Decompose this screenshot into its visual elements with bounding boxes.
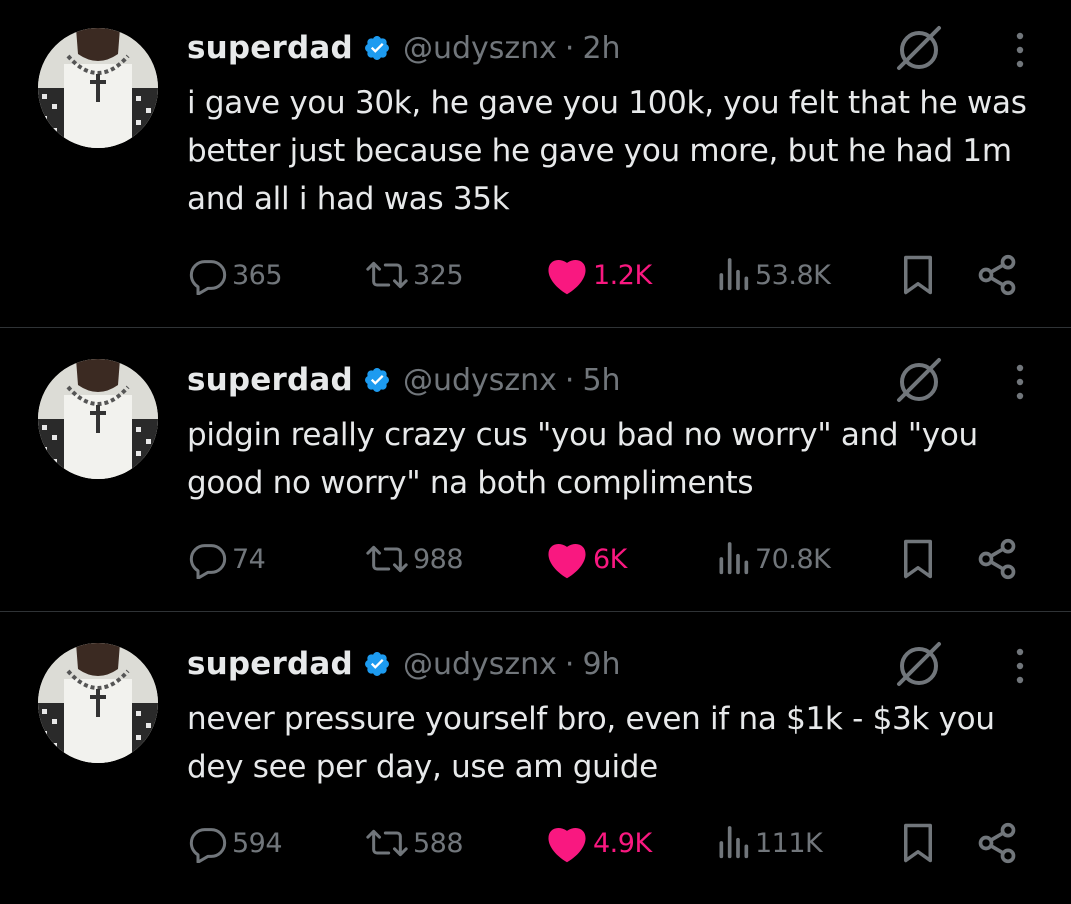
share-button[interactable] xyxy=(975,818,1019,868)
timestamp[interactable]: 5h xyxy=(582,363,620,398)
action-bar: 365 325 1.2K 53.8K xyxy=(188,250,1038,300)
bar-chart-icon xyxy=(719,826,749,859)
retweet-button[interactable]: 588 xyxy=(365,818,464,868)
retweet-count: 325 xyxy=(413,259,464,291)
handle[interactable]: @udysznx xyxy=(403,647,557,682)
tweet-text: i gave you 30k, he gave you 100k, you fe… xyxy=(187,85,1027,217)
share-nodes-icon xyxy=(978,822,1016,864)
like-count: 6K xyxy=(593,543,627,575)
handle[interactable]: @udysznx xyxy=(403,31,557,66)
view-count: 111K xyxy=(755,827,823,859)
tweet-header: superdad @udysznx · 2h xyxy=(187,26,621,70)
tweet-text: pidgin really crazy cus "you bad no worr… xyxy=(187,417,978,501)
bookmark-icon xyxy=(904,255,932,295)
display-name[interactable]: superdad xyxy=(187,362,353,398)
speech-bubble-icon xyxy=(189,828,227,863)
grok-slash-circle-icon[interactable] xyxy=(893,354,945,406)
reply-count: 74 xyxy=(232,543,266,575)
verified-badge-icon xyxy=(363,650,391,678)
reply-count: 365 xyxy=(232,259,283,291)
action-bar: 74 988 6K 70.8K xyxy=(188,534,1038,584)
retweet-count: 988 xyxy=(413,543,464,575)
handle[interactable]: @udysznx xyxy=(403,363,557,398)
reply-count: 594 xyxy=(232,827,283,859)
avatar[interactable] xyxy=(38,359,158,479)
tweet[interactable]: superdad @udysznx · 2h i gave you 30k, h… xyxy=(0,0,1071,296)
like-button[interactable]: 4.9K xyxy=(545,818,652,868)
bookmark-icon xyxy=(904,539,932,579)
retweet-arrows-icon xyxy=(366,261,408,289)
action-bar: 594 588 4.9K 111K xyxy=(188,818,1038,868)
speech-bubble-icon xyxy=(189,544,227,579)
bar-chart-icon xyxy=(719,258,749,291)
grok-slash-circle-icon[interactable] xyxy=(893,638,945,690)
tweet[interactable]: superdad @udysznx · 5h pidgin really cra… xyxy=(0,328,1071,612)
vertical-ellipsis-icon[interactable] xyxy=(1008,360,1032,404)
bar-chart-icon xyxy=(719,542,749,575)
avatar[interactable] xyxy=(38,28,158,148)
views-button[interactable]: 111K xyxy=(715,818,823,868)
reply-button[interactable]: 74 xyxy=(188,534,266,584)
retweet-arrows-icon xyxy=(366,829,408,857)
reply-button[interactable]: 594 xyxy=(188,818,283,868)
speech-bubble-icon xyxy=(189,260,227,295)
heart-icon xyxy=(548,828,586,863)
like-button[interactable]: 6K xyxy=(545,534,627,584)
avatar[interactable] xyxy=(38,643,158,763)
bookmark-icon xyxy=(904,823,932,863)
bookmark-button[interactable] xyxy=(900,534,936,584)
verified-badge-icon xyxy=(363,34,391,62)
share-nodes-icon xyxy=(978,254,1016,296)
like-count: 1.2K xyxy=(593,259,652,291)
timestamp[interactable]: 9h xyxy=(582,647,620,682)
separator-dot: · xyxy=(564,362,575,398)
share-nodes-icon xyxy=(978,538,1016,580)
display-name[interactable]: superdad xyxy=(187,646,353,682)
tweet-feed: superdad @udysznx · 2h i gave you 30k, h… xyxy=(0,0,1071,904)
view-count: 53.8K xyxy=(755,259,831,291)
reply-button[interactable]: 365 xyxy=(188,250,283,300)
bookmark-button[interactable] xyxy=(900,250,936,300)
like-button[interactable]: 1.2K xyxy=(545,250,652,300)
vertical-ellipsis-icon[interactable] xyxy=(1008,644,1032,688)
views-button[interactable]: 53.8K xyxy=(715,250,831,300)
share-button[interactable] xyxy=(975,534,1019,584)
view-count: 70.8K xyxy=(755,543,831,575)
tweet[interactable]: superdad @udysznx · 9h never pressure yo… xyxy=(0,612,1071,896)
verified-badge-icon xyxy=(363,366,391,394)
timestamp[interactable]: 2h xyxy=(582,31,620,66)
heart-icon xyxy=(548,544,586,579)
bookmark-button[interactable] xyxy=(900,818,936,868)
retweet-button[interactable]: 988 xyxy=(365,534,464,584)
separator-dot: · xyxy=(564,30,575,66)
separator-dot: · xyxy=(564,646,575,682)
grok-slash-circle-icon[interactable] xyxy=(893,22,945,74)
retweet-arrows-icon xyxy=(366,545,408,573)
heart-icon xyxy=(548,260,586,295)
views-button[interactable]: 70.8K xyxy=(715,534,831,584)
display-name[interactable]: superdad xyxy=(187,30,353,66)
tweet-text: never pressure yourself bro, even if na … xyxy=(187,701,995,785)
retweet-button[interactable]: 325 xyxy=(365,250,464,300)
tweet-header: superdad @udysznx · 5h xyxy=(187,358,621,402)
retweet-count: 588 xyxy=(413,827,464,859)
vertical-ellipsis-icon[interactable] xyxy=(1008,28,1032,72)
like-count: 4.9K xyxy=(593,827,652,859)
tweet-header: superdad @udysznx · 9h xyxy=(187,642,621,686)
share-button[interactable] xyxy=(975,250,1019,300)
